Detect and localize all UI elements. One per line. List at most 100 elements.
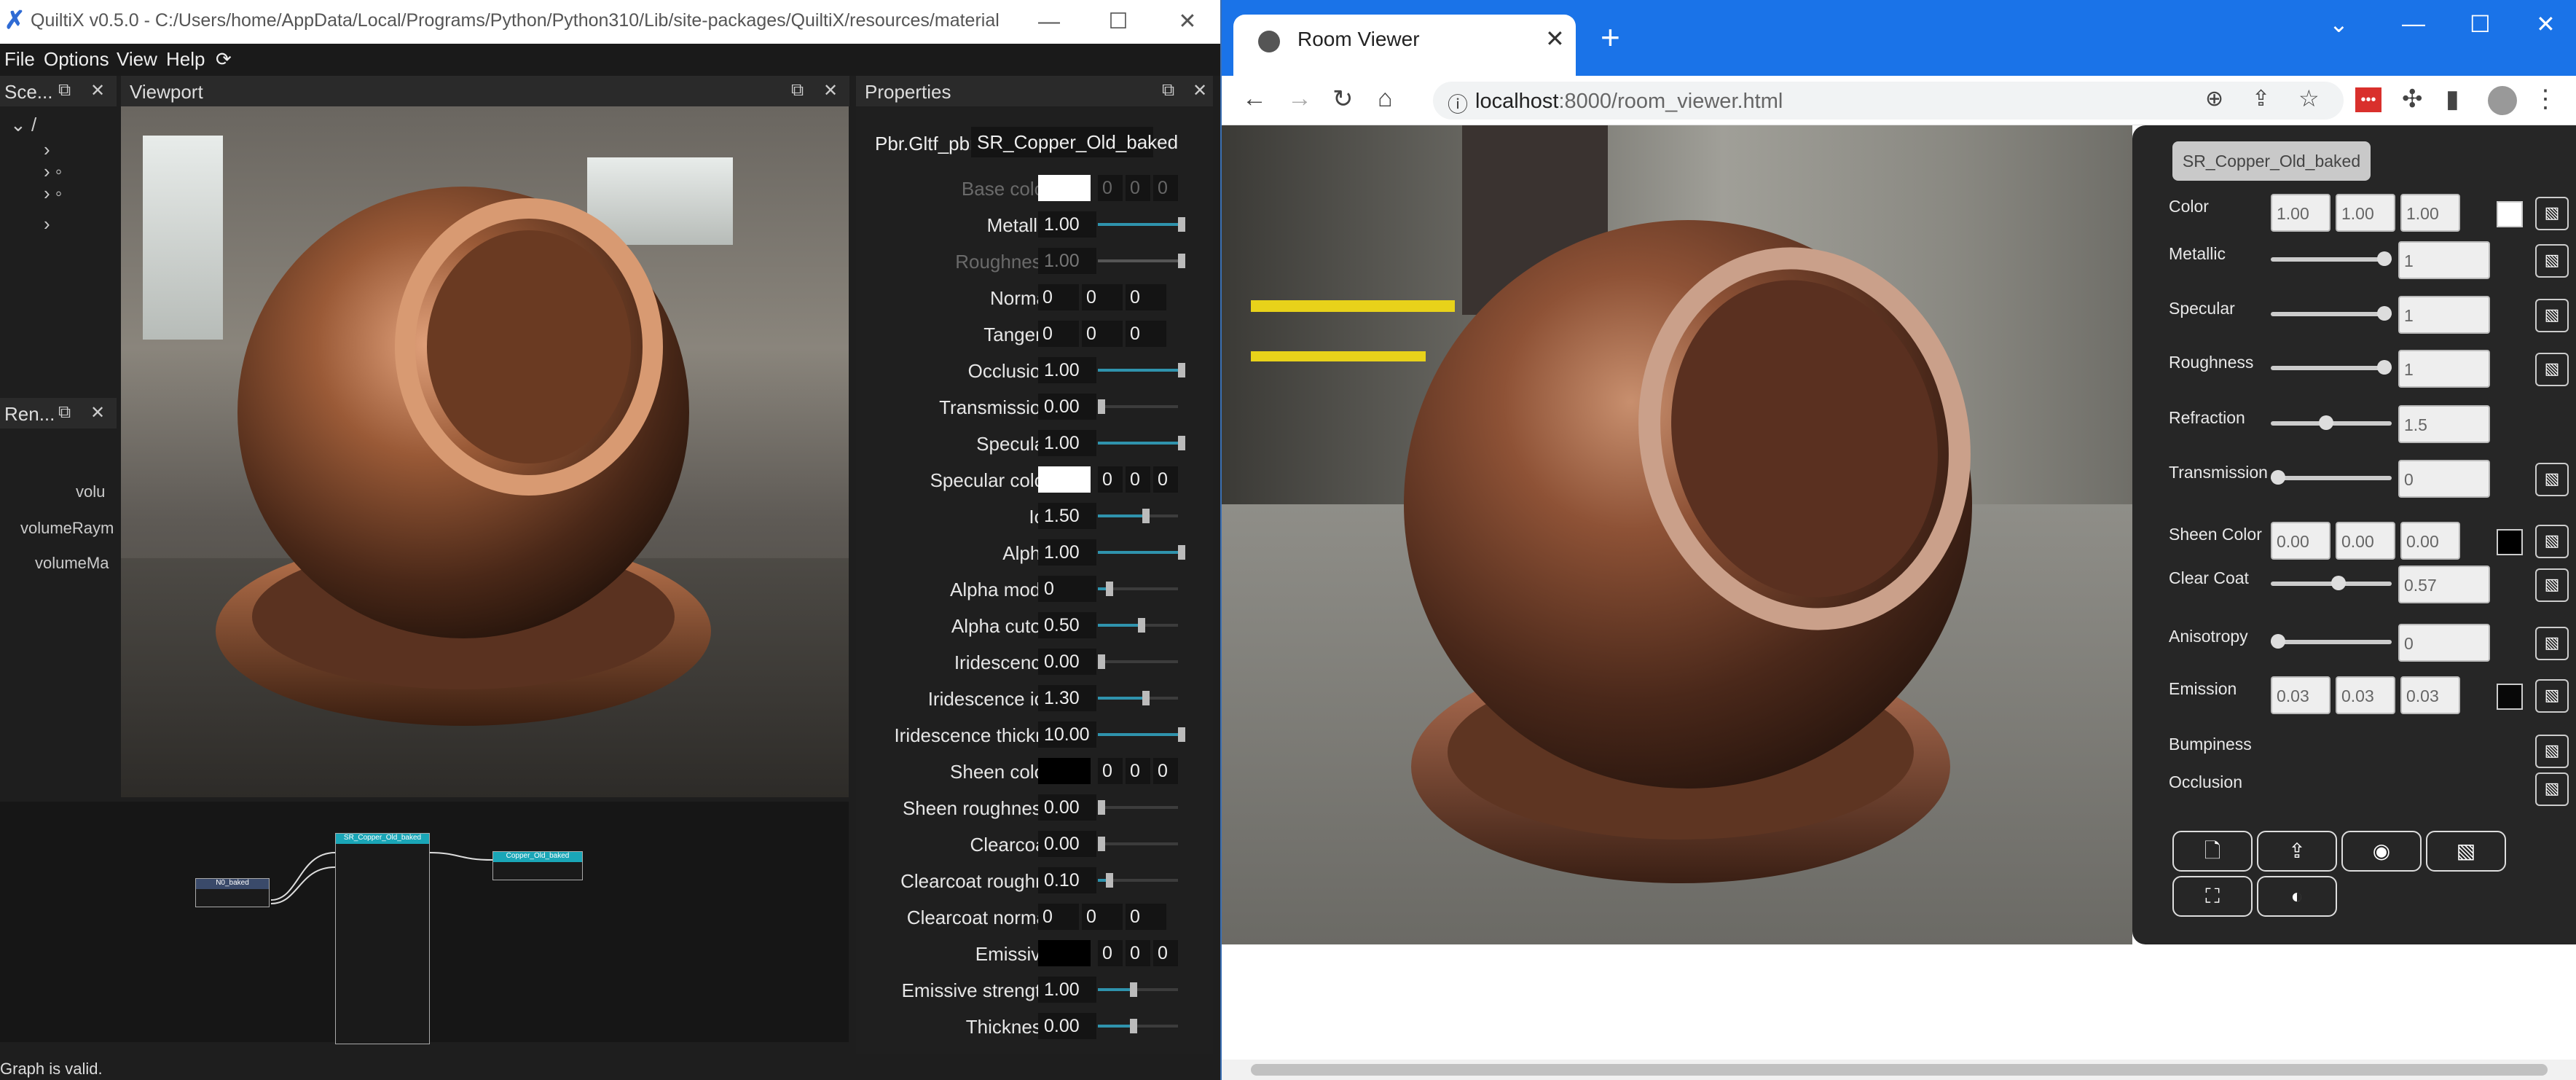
horizontal-scrollbar[interactable] (1222, 1060, 2576, 1080)
float-panel-icon[interactable]: ⧉ (791, 80, 804, 101)
new-tab-button[interactable]: + (1601, 17, 1620, 57)
tree-root[interactable]: ⌄ / (10, 114, 36, 136)
menu-options[interactable]: Options (44, 48, 109, 71)
vector-component-field[interactable]: 0 (1153, 466, 1178, 493)
slider-knob[interactable] (2318, 415, 2333, 430)
param-value-input[interactable]: 1 (2398, 241, 2490, 279)
param-slider[interactable] (2271, 470, 2392, 485)
upload-button[interactable]: ⇪ (2257, 831, 2337, 872)
close-panel-icon[interactable]: ✕ (823, 80, 838, 101)
property-value-field[interactable]: 0.00 (1038, 394, 1096, 420)
slider-knob[interactable] (1142, 509, 1150, 523)
slider-knob[interactable] (1178, 727, 1185, 742)
rgb-component-input[interactable]: 1.00 (2271, 194, 2330, 232)
property-slider[interactable] (1098, 800, 1178, 815)
slider-knob[interactable] (1142, 691, 1150, 705)
back-icon[interactable]: ← (1242, 85, 1267, 113)
vector-component-field[interactable]: 0 (1153, 175, 1178, 201)
vector-component-field[interactable]: 0 (1038, 321, 1079, 347)
vector-component-field[interactable]: 0 (1126, 758, 1150, 784)
slider-knob[interactable] (1098, 399, 1105, 414)
material-name-button[interactable]: SR_Copper_Old_baked (2172, 141, 2371, 181)
render-item[interactable]: volumeMa (35, 554, 109, 573)
slider-knob[interactable] (1130, 982, 1137, 997)
close-tab-icon[interactable]: ✕ (1545, 25, 1565, 52)
rgb-component-input[interactable]: 1.00 (2336, 194, 2395, 232)
menu-help[interactable]: Help (166, 48, 205, 71)
texture-map-button[interactable]: ▧ (2535, 735, 2569, 768)
property-slider[interactable] (1098, 654, 1178, 669)
vector-component-field[interactable]: 0 (1153, 758, 1178, 784)
color-swatch[interactable] (1038, 758, 1091, 784)
slider-knob[interactable] (2271, 634, 2285, 649)
slider-knob[interactable] (1178, 363, 1185, 377)
refresh-icon[interactable]: ⟳ (216, 48, 232, 71)
float-panel-icon[interactable]: ⧉ (58, 402, 71, 423)
param-value-input[interactable]: 1.5 (2398, 405, 2490, 443)
slider-knob[interactable] (1098, 654, 1105, 669)
zoom-icon[interactable]: ⊕ (2205, 86, 2223, 111)
property-slider[interactable] (1098, 837, 1178, 851)
vector-component-field[interactable]: 0 (1098, 940, 1123, 966)
vector-component-field[interactable]: 0 (1082, 284, 1123, 310)
texture-map-button[interactable]: ▧ (2535, 353, 2569, 386)
slider-knob[interactable] (1178, 217, 1185, 232)
render-item[interactable]: volumeRaym (20, 519, 114, 538)
tab-search-icon[interactable]: ⌄ (2329, 10, 2349, 38)
color-swatch[interactable] (2497, 684, 2523, 710)
slider-knob[interactable] (1106, 582, 1113, 596)
minimize-button[interactable]: — (2402, 10, 2425, 37)
float-panel-icon[interactable]: ⧉ (1162, 80, 1174, 101)
color-swatch[interactable] (1038, 466, 1091, 493)
property-slider[interactable] (1098, 545, 1185, 560)
color-swatch[interactable] (1038, 175, 1091, 201)
rgb-component-input[interactable]: 0.03 (2336, 676, 2395, 714)
property-slider[interactable] (1098, 217, 1185, 232)
vector-component-field[interactable]: 0 (1098, 175, 1123, 201)
vector-component-field[interactable]: 0 (1098, 466, 1123, 493)
forward-icon[interactable]: → (1287, 85, 1312, 113)
vector-component-field[interactable]: 0 (1082, 321, 1123, 347)
texture-map-button[interactable]: ▧ (2535, 568, 2569, 602)
node-graph[interactable]: N0_baked SR_Copper_Old_baked Copper_Old_… (0, 802, 849, 1044)
node-input[interactable]: N0_baked (195, 878, 270, 907)
property-value-field[interactable]: 0.00 (1038, 1013, 1096, 1039)
tab-room-viewer[interactable]: Room Viewer ✕ (1233, 15, 1576, 76)
render-item[interactable]: volu (76, 482, 105, 501)
environment-image-button[interactable]: ▧ (2426, 831, 2506, 872)
material-name-field[interactable]: SR_Copper_Old_baked (971, 127, 1178, 157)
slider-knob[interactable] (1178, 545, 1185, 560)
property-slider[interactable] (1098, 399, 1178, 414)
rgb-component-input[interactable]: 0.03 (2271, 676, 2330, 714)
param-value-input[interactable]: 0 (2398, 460, 2490, 498)
color-swatch[interactable] (2497, 529, 2523, 555)
property-slider[interactable] (1098, 1019, 1178, 1033)
maximize-button[interactable]: ☐ (1096, 6, 1140, 38)
texture-map-button[interactable]: ▧ (2535, 772, 2569, 806)
close-panel-icon[interactable]: ✕ (1193, 80, 1207, 101)
property-slider[interactable] (1098, 363, 1185, 377)
rgb-component-input[interactable]: 0.00 (2271, 522, 2330, 560)
close-panel-icon[interactable]: ✕ (90, 80, 105, 101)
property-value-field[interactable]: 0.00 (1038, 831, 1096, 857)
menu-kebab-icon[interactable]: ⋮ (2533, 85, 2558, 114)
param-slider[interactable] (2271, 360, 2392, 375)
vector-component-field[interactable]: 0 (1126, 466, 1150, 493)
scrollbar-thumb[interactable] (1251, 1064, 2548, 1076)
property-value-field[interactable]: 1.00 (1038, 430, 1096, 456)
property-slider[interactable] (1098, 727, 1185, 742)
slider-knob[interactable] (2377, 360, 2392, 375)
param-value-input[interactable]: 1 (2398, 350, 2490, 388)
vector-component-field[interactable]: 0 (1038, 284, 1079, 310)
texture-map-button[interactable]: ▧ (2535, 525, 2569, 558)
tree-expand-arrow[interactable]: › ◦ (44, 160, 62, 183)
share-icon[interactable]: ⇪ (2252, 86, 2270, 111)
vector-component-field[interactable]: 0 (1038, 904, 1079, 930)
param-slider[interactable] (2271, 306, 2392, 321)
maximize-button[interactable]: ☐ (2470, 10, 2491, 38)
vector-component-field[interactable]: 0 (1098, 758, 1123, 784)
texture-map-button[interactable]: ▧ (2535, 463, 2569, 496)
property-slider[interactable] (1098, 618, 1178, 633)
param-value-input[interactable]: 1 (2398, 296, 2490, 334)
tree-expand-arrow[interactable]: › (44, 213, 50, 235)
